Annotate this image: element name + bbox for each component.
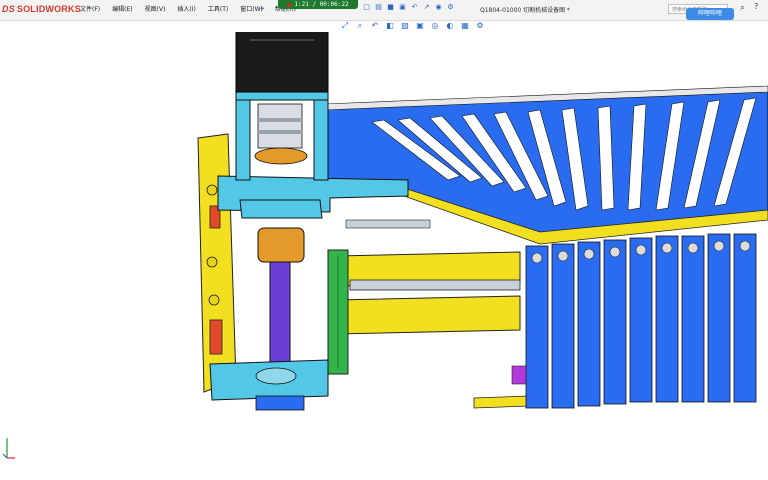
document-title: Q1804-01000 切割机械设备图 * — [480, 7, 571, 14]
logo-text: SOLIDWORKS — [16, 4, 81, 14]
options-icon[interactable]: ⚙ — [446, 3, 455, 12]
open-icon[interactable]: ▤ — [374, 3, 383, 12]
menu-edit[interactable]: 编辑(E) — [106, 0, 138, 20]
red-clamp-lower — [209, 319, 223, 355]
title-bar: DS SOLIDWORKS 文件(F) 编辑(E) 视图(V) 插入(I) 工具(… — [0, 0, 768, 21]
linear-guide — [349, 279, 521, 291]
previous-view-icon[interactable]: ↶ — [370, 21, 380, 31]
bearing — [255, 367, 297, 385]
undo-icon[interactable]: ↶ — [410, 3, 419, 12]
solidworks-logo[interactable]: DS SOLIDWORKS — [2, 4, 81, 14]
zoom-area-icon[interactable]: ⌕ — [355, 21, 365, 31]
cyan-upright-right — [313, 95, 329, 181]
view-orientation-icon[interactable]: ▨ — [400, 21, 410, 31]
quick-toolbar: □ ▤ ■ ▣ ↶ ↗ ◉ ⚙ — [362, 3, 455, 12]
view-heads-up-toolbar: ⤢ ⌕ ↶ ◧ ▨ ▣ ◎ ◐ ▦ ⚙ — [340, 21, 485, 31]
view-settings-icon[interactable]: ⚙ — [475, 21, 485, 31]
blue-base-pad — [255, 395, 305, 411]
cyan-upright-left — [235, 95, 251, 181]
menu-tools[interactable]: 工具(T) — [202, 0, 234, 20]
print-icon[interactable]: ▣ — [398, 3, 407, 12]
hide-show-icon[interactable]: ◎ — [430, 21, 440, 31]
help-icon[interactable]: ? — [754, 2, 758, 11]
display-style-icon[interactable]: ▣ — [415, 21, 425, 31]
record-dot-icon — [287, 2, 292, 7]
menu-view[interactable]: 视图(V) — [139, 0, 172, 20]
appearance-icon[interactable]: ◐ — [445, 21, 455, 31]
purple-block — [511, 365, 527, 385]
cyan-nut-plate — [239, 199, 323, 219]
shaft-coupling — [257, 103, 303, 149]
pin-icon[interactable]: ⌖ — [260, 5, 268, 13]
rebuild-icon[interactable]: ◉ — [434, 3, 443, 12]
section-view-icon[interactable]: ◧ — [385, 21, 395, 31]
bilibili-badge: 哔哩哔哩 — [686, 8, 734, 20]
scene-icon[interactable]: ▦ — [460, 21, 470, 31]
new-icon[interactable]: □ — [362, 3, 371, 12]
yellow-rail-bottom — [473, 395, 531, 409]
graphics-area[interactable] — [0, 32, 768, 480]
zoom-to-fit-icon[interactable]: ⤢ — [340, 21, 350, 31]
copper-ring — [254, 147, 308, 165]
logo-prefix: DS — [2, 4, 15, 14]
save-icon[interactable]: ■ — [386, 3, 395, 12]
timer-text: 1:21 / 00:06:22 — [294, 1, 349, 8]
copper-nut — [257, 227, 305, 263]
menu-insert[interactable]: 插入(I) — [171, 0, 201, 20]
menu-file[interactable]: 文件(F) — [74, 0, 106, 20]
top-guide-rail — [345, 219, 431, 229]
axis-triad-icon — [2, 434, 16, 460]
recording-timer: 1:21 / 00:06:22 — [278, 0, 358, 9]
yellow-rail-lower — [335, 295, 521, 335]
select-icon[interactable]: ↗ — [422, 3, 431, 12]
search-icon[interactable]: ⌕ — [740, 3, 745, 13]
